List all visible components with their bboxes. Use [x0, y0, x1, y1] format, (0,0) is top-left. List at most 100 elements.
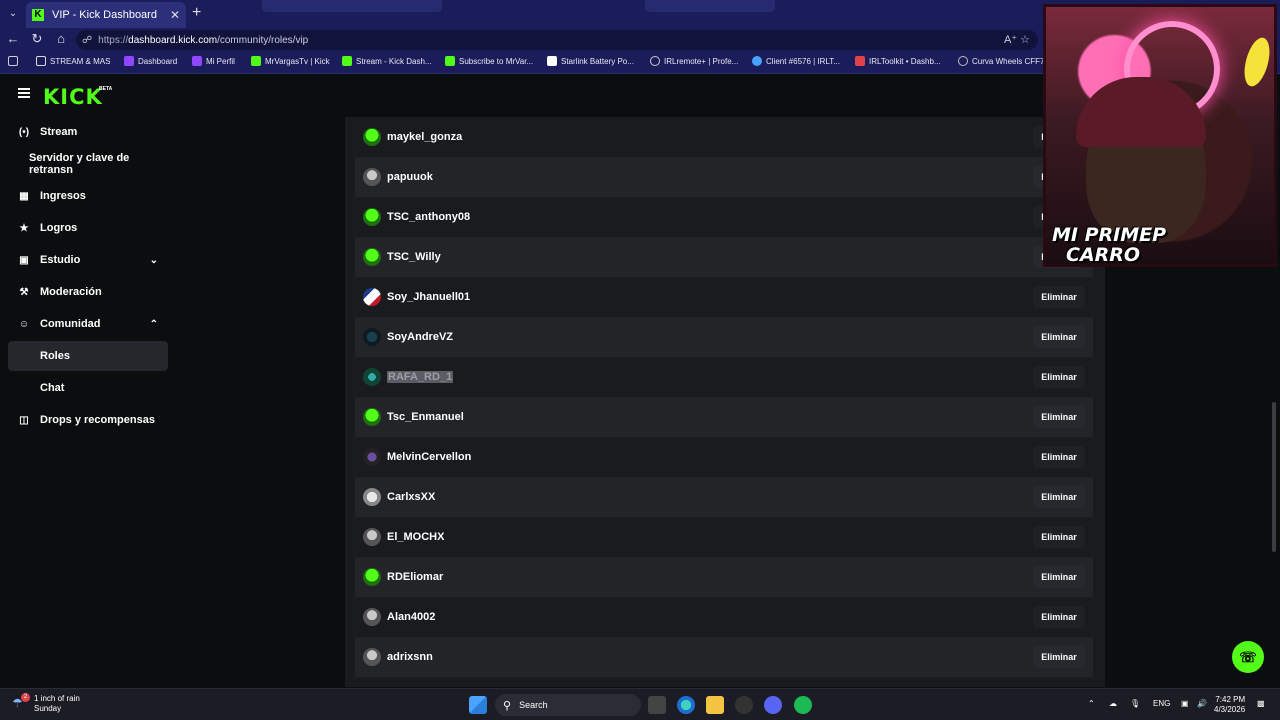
address-bar[interactable]: ☍ https:// dashboard.kick.com /community… [76, 30, 1038, 50]
refresh-icon[interactable]: ↻ [28, 31, 46, 47]
sidebar-item-drops[interactable]: ◫ Drops y recompensas [8, 405, 168, 435]
bookmark-item[interactable]: Client #6576 | IRLT... [752, 56, 840, 66]
avatar[interactable] [363, 128, 381, 146]
avatar[interactable] [363, 488, 381, 506]
task-view-icon[interactable] [648, 696, 666, 714]
avatar[interactable] [363, 608, 381, 626]
microphone-icon[interactable]: 🎙 [1130, 699, 1140, 708]
sidebar-item-comunidad[interactable]: ☺ Comunidad ⌃ [8, 309, 168, 339]
language-indicator[interactable]: ENG [1153, 699, 1170, 708]
remove-vip-button[interactable]: Eliminar [1033, 446, 1085, 468]
weather-widget[interactable]: ☂ 2 1 inch of rain Sunday [12, 693, 80, 714]
remove-vip-button[interactable]: Eliminar [1033, 526, 1085, 548]
tray-overflow-icon[interactable]: ⌃ [1088, 699, 1095, 708]
remove-vip-button[interactable]: Eliminar [1033, 566, 1085, 588]
bookmark-item[interactable]: Starlink Battery Po... [547, 56, 634, 66]
username[interactable]: CarlxsXX [387, 491, 435, 503]
edge-browser-icon[interactable] [677, 696, 695, 714]
username[interactable]: TSC_Willy [387, 251, 441, 263]
url-protocol: https:// [98, 34, 129, 46]
username[interactable]: RDEliomar [387, 571, 443, 583]
bookmark-item[interactable]: IRLremote+ | Profe... [650, 56, 738, 66]
chevron-down-icon: ⌄ [149, 254, 158, 266]
sidebar-item-ingresos[interactable]: ▦ Ingresos [8, 181, 168, 211]
tab-list-chevron-icon[interactable]: ⌄ [4, 5, 22, 23]
bookmark-item[interactable]: MrVargasTv | Kick [251, 56, 330, 66]
read-aloud-favorite-icons[interactable]: A⁺ ☆ [1004, 33, 1030, 46]
taskbar-clock[interactable]: 7:42 PM 4/3/2026 [1214, 695, 1245, 715]
file-explorer-icon[interactable] [706, 696, 724, 714]
avatar[interactable] [363, 448, 381, 466]
bookmark-item[interactable]: Subscribe to MrVar... [445, 56, 533, 66]
avatar[interactable] [363, 368, 381, 386]
avatar[interactable] [363, 168, 381, 186]
windows-start-icon[interactable] [469, 696, 487, 714]
sidebar-item-label: Ingresos [40, 190, 86, 202]
username[interactable]: Tsc_Enmanuel [387, 411, 464, 423]
kick-logo[interactable]: KICK [43, 85, 103, 109]
username[interactable]: TSC_anthony08 [387, 211, 470, 223]
sidebar-item-logros[interactable]: ★ Logros [8, 213, 168, 243]
globe-icon [650, 56, 660, 66]
vip-user-row: Tsc_Enmanuel Eliminar [355, 397, 1093, 437]
username[interactable]: Alan4002 [387, 611, 435, 623]
avatar[interactable] [363, 248, 381, 266]
bookmark-item[interactable]: Curva Wheels CFF76 [958, 56, 1049, 66]
tab-close-icon[interactable]: ✕ [170, 8, 180, 22]
bookmark-item[interactable]: Mi Perfil [192, 56, 235, 66]
back-arrow-icon[interactable]: ← [4, 31, 22, 46]
remove-vip-button[interactable]: Eliminar [1033, 486, 1085, 508]
webcam-caption: MI PRIMEP CARRO [1052, 225, 1166, 264]
menu-icon[interactable] [18, 88, 30, 98]
bookmarks-toggle-icon[interactable] [8, 56, 22, 66]
avatar[interactable] [363, 328, 381, 346]
chart-icon: ▦ [19, 190, 29, 202]
avatar[interactable] [363, 528, 381, 546]
remove-vip-button[interactable]: Eliminar [1033, 606, 1085, 628]
irltoolkit-icon [855, 56, 865, 66]
sidebar-item-stream[interactable]: (•) Stream [8, 117, 168, 147]
username[interactable]: El_MOCHX [387, 531, 444, 543]
browser-tab[interactable]: K VIP - Kick Dashboard ✕ [26, 2, 186, 28]
username[interactable]: papuuok [387, 171, 433, 183]
vip-user-row: MelvinCervellon Eliminar [355, 437, 1093, 477]
username[interactable]: Soy_Jhanuell01 [387, 291, 470, 303]
sidebar-item-roles[interactable]: Roles [8, 341, 168, 371]
remove-vip-button[interactable]: Eliminar [1033, 646, 1085, 668]
username[interactable]: MelvinCervellon [387, 451, 471, 463]
discord-icon[interactable] [764, 696, 782, 714]
volume-icon[interactable]: 🔊 [1197, 699, 1207, 708]
bookmark-item[interactable]: STREAM & MAS [36, 56, 110, 66]
sidebar-item-server-key[interactable]: Servidor y clave de retransn [8, 149, 168, 179]
onedrive-icon[interactable]: ☁ [1109, 699, 1117, 708]
app-icon[interactable] [735, 696, 753, 714]
avatar[interactable] [363, 208, 381, 226]
new-tab-icon[interactable]: + [192, 4, 201, 22]
support-chat-button[interactable]: ☏ [1232, 641, 1264, 673]
sidebar-item-estudio[interactable]: ▣ Estudio ⌄ [8, 245, 168, 275]
avatar[interactable] [363, 568, 381, 586]
avatar[interactable] [363, 648, 381, 666]
username[interactable]: RAFA_RD_1 [387, 371, 454, 383]
username[interactable]: adrixsnn [387, 651, 433, 663]
remove-vip-button[interactable]: Eliminar [1033, 286, 1085, 308]
sidebar-item-moderacion[interactable]: ⚒ Moderación [8, 277, 168, 307]
remove-vip-button[interactable]: Eliminar [1033, 366, 1085, 388]
username[interactable]: SoyAndreVZ [387, 331, 453, 343]
bookmark-item[interactable]: Dashboard [124, 56, 177, 66]
remove-vip-button[interactable]: Eliminar [1033, 406, 1085, 428]
page-scrollbar[interactable] [1272, 402, 1276, 552]
avatar[interactable] [363, 408, 381, 426]
notification-icon[interactable]: ▩ [1257, 699, 1265, 708]
username[interactable]: maykel_gonza [387, 131, 462, 143]
sidebar-item-chat[interactable]: Chat [8, 373, 168, 403]
spotify-icon[interactable] [794, 696, 812, 714]
vip-user-row: El_MOCHX Eliminar [355, 517, 1093, 557]
bookmark-item[interactable]: IRLToolkit • Dashb... [855, 56, 941, 66]
remove-vip-button[interactable]: Eliminar [1033, 326, 1085, 348]
network-icon[interactable]: ▣ [1181, 699, 1189, 708]
bookmark-item[interactable]: Stream - Kick Dash... [342, 56, 432, 66]
taskbar-search[interactable]: ⚲ Search [495, 694, 641, 716]
avatar[interactable] [363, 288, 381, 306]
home-icon[interactable]: ⌂ [52, 31, 70, 46]
